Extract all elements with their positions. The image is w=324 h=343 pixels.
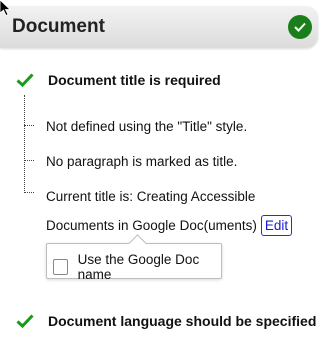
detail-no-title-paragraph: No paragraph is marked as title. (46, 154, 238, 169)
current-title-continuation: Documents in Google Doc(uments) Edit (46, 215, 293, 236)
tree-connector (24, 95, 25, 193)
use-google-doc-name-checkbox[interactable] (53, 259, 68, 275)
tree-branch (24, 192, 34, 193)
rule-document-title[interactable]: Document title is required (16, 72, 221, 88)
section-header[interactable]: Document (0, 6, 318, 48)
check-circle-icon (288, 15, 312, 39)
rule-document-language[interactable]: Document language should be specified (16, 313, 316, 329)
rule-label: Document language should be specified (48, 313, 317, 329)
current-title-text: Documents in Google Doc(uments) (46, 218, 257, 233)
detail-not-title-style: Not defined using the "Title" style. (46, 119, 248, 134)
accessibility-panel: Document Document title is required Not … (0, 0, 324, 343)
rule-label: Document title is required (48, 72, 221, 88)
tree-branch (24, 125, 34, 126)
option-label: Use the Google Doc name (77, 252, 200, 282)
detail-current-title: Current title is: Creating Accessible (46, 189, 256, 204)
popover-arrow (128, 234, 147, 253)
check-icon (16, 73, 34, 87)
check-icon (16, 314, 34, 328)
section-title: Document (12, 16, 105, 37)
title-options-popover: Use the Google Doc name (46, 234, 222, 282)
cursor-icon (0, 0, 12, 16)
edit-title-button[interactable]: Edit (260, 215, 293, 236)
tree-branch (24, 160, 34, 161)
use-google-doc-name-option[interactable]: Use the Google Doc name (53, 252, 221, 282)
